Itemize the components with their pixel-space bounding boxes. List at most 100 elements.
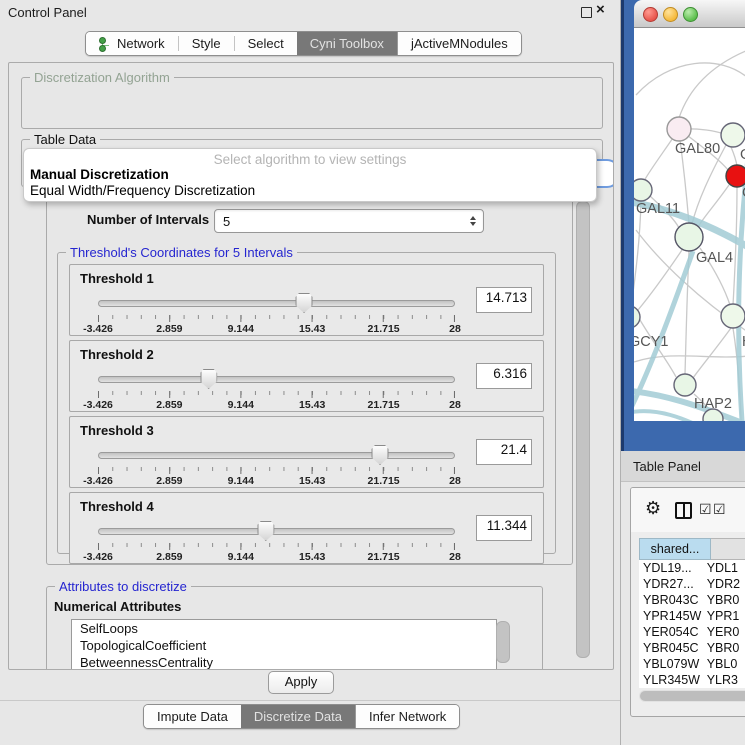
tab-network[interactable]: Network xyxy=(86,32,178,55)
node-label: GA xyxy=(740,147,745,163)
tick-label: 15.43 xyxy=(299,399,325,411)
apply-button[interactable]: Apply xyxy=(268,671,334,694)
table-row[interactable]: YDR27...YDR2 xyxy=(639,576,745,592)
slider-thumb[interactable] xyxy=(200,369,217,389)
tick-label: 21.715 xyxy=(368,399,400,411)
list-item[interactable]: SelfLoops xyxy=(72,620,496,637)
node-red[interactable] xyxy=(726,165,745,187)
node-label: GCY1 xyxy=(634,334,669,350)
table-row[interactable]: YER054CYER0 xyxy=(639,624,745,640)
node-label: HAP2 xyxy=(694,396,732,412)
float-icon[interactable] xyxy=(581,7,592,18)
tab-label: Discretize Data xyxy=(254,709,342,724)
threshold-slider[interactable]: -3.426 2.859 9.144 15.43 21.715 28 xyxy=(98,293,455,333)
threshold-slider[interactable]: -3.426 2.859 9.144 15.43 21.715 28 xyxy=(98,521,455,561)
dropdown-hint: Select algorithm to view settings xyxy=(24,152,596,167)
num-intervals-label: Number of Intervals xyxy=(87,212,209,227)
cell: YER0 xyxy=(703,624,745,640)
node-gal11[interactable] xyxy=(634,179,652,201)
top-tab-bar: Network Style Select Cyni Toolbox jActiv… xyxy=(85,31,522,56)
tick-label: 28 xyxy=(449,323,461,335)
threshold-value-field[interactable]: 6.316 xyxy=(476,363,532,389)
list-scrollbar[interactable] xyxy=(496,621,510,663)
threshold-slider[interactable]: -3.426 2.859 9.144 15.43 21.715 28 xyxy=(98,445,455,485)
checkbox-icon[interactable]: ☑ xyxy=(713,501,726,518)
slider-track[interactable] xyxy=(98,376,455,383)
tab-label: jActiveMNodules xyxy=(411,36,508,51)
list-item[interactable]: TopologicalCoefficient xyxy=(72,637,496,654)
close-icon[interactable]: × xyxy=(596,1,605,18)
cell: YBL0 xyxy=(703,656,745,672)
node-label: GAL11 xyxy=(636,201,680,217)
panel-scrollbar[interactable] xyxy=(576,201,590,658)
gear-icon[interactable]: ⚙ xyxy=(645,498,661,519)
node-hap2[interactable] xyxy=(674,374,696,396)
cell: YLR3 xyxy=(703,672,745,688)
cell: YDR27... xyxy=(639,576,703,592)
combo-spinner-icon[interactable] xyxy=(470,216,476,226)
table-panel: ⚙ ☑ ☑ shared... na YDL19...YDL1 YDR27...… xyxy=(630,487,745,717)
table-row[interactable]: YBL079WYBL0 xyxy=(639,656,745,672)
cell: YDL19... xyxy=(639,560,703,576)
tick-label: 9.144 xyxy=(228,323,254,335)
table-row[interactable]: YDL19...YDL1 xyxy=(639,560,745,576)
table-row[interactable]: YLR345WYLR3 xyxy=(639,672,745,688)
slider-track[interactable] xyxy=(98,300,455,307)
close-traffic-icon[interactable] xyxy=(643,7,658,22)
threshold-slider[interactable]: -3.426 2.859 9.144 15.43 21.715 28 xyxy=(98,369,455,409)
threshold-value-field[interactable]: 14.713 xyxy=(476,287,532,313)
columns-icon[interactable] xyxy=(675,502,692,519)
network-canvas[interactable]: GAL80 GA C GAL11 GAL4 GCY1 H HAP2 xyxy=(634,28,745,421)
node-gal4[interactable] xyxy=(675,223,703,251)
network-titlebar[interactable] xyxy=(634,0,745,28)
tick-label: 9.144 xyxy=(228,475,254,487)
node-h[interactable] xyxy=(721,304,745,328)
table-header-row: shared... na xyxy=(639,538,745,560)
tab-infer-network[interactable]: Infer Network xyxy=(355,705,459,728)
threshold-value-field[interactable]: 21.4 xyxy=(476,439,532,465)
cyni-content-panel: Discretization Algorithm Table Data galF… xyxy=(8,62,614,670)
zoom-traffic-icon[interactable] xyxy=(683,7,698,22)
table-panel-header: Table Panel xyxy=(621,451,745,482)
num-intervals-combobox[interactable]: 5 xyxy=(214,209,484,233)
network-graph: GAL80 GA C GAL11 GAL4 GCY1 H HAP2 xyxy=(634,28,745,421)
table-row[interactable]: YPR145WYPR1 xyxy=(639,608,745,624)
slider-track[interactable] xyxy=(98,452,455,459)
minimize-traffic-icon[interactable] xyxy=(663,7,678,22)
list-item[interactable]: BetweennessCentrality xyxy=(72,654,496,670)
table-row[interactable]: YBR045CYBR0 xyxy=(639,640,745,656)
slider-track[interactable] xyxy=(98,528,455,535)
table-panel-title: Table Panel xyxy=(633,459,701,474)
tab-jactivemnodules[interactable]: jActiveMNodules xyxy=(397,32,521,55)
algorithm-group-title: Discretization Algorithm xyxy=(30,70,174,85)
table-hscrollbar[interactable] xyxy=(639,690,745,702)
dropdown-item-equal-width[interactable]: Equal Width/Frequency Discretization xyxy=(30,183,255,198)
tab-label: Style xyxy=(192,36,221,51)
tab-impute-data[interactable]: Impute Data xyxy=(144,705,241,728)
cell: YER054C xyxy=(639,624,703,640)
checkbox-icon[interactable]: ☑ xyxy=(699,501,712,518)
tick-label: 21.715 xyxy=(368,475,400,487)
slider-thumb[interactable] xyxy=(257,521,274,541)
slider-thumb[interactable] xyxy=(372,445,389,465)
slider-thumb[interactable] xyxy=(296,293,313,313)
node-gal80[interactable] xyxy=(667,117,691,141)
tab-label: Select xyxy=(248,36,284,51)
tick-label: 21.715 xyxy=(368,551,400,563)
numerical-attributes-label: Numerical Attributes xyxy=(54,599,181,614)
table-row[interactable]: YBR043CYBR0 xyxy=(639,592,745,608)
tab-discretize-data[interactable]: Discretize Data xyxy=(241,705,355,728)
nodes[interactable] xyxy=(634,117,745,421)
node-ga[interactable] xyxy=(721,123,745,147)
threshold-panel: Threshold 3 -3.426 2.859 9.144 15.43 21.… xyxy=(69,416,544,488)
tab-cyni-toolbox[interactable]: Cyni Toolbox xyxy=(297,32,397,55)
tick-label: -3.426 xyxy=(83,551,113,563)
table-rows: YDL19...YDL1 YDR27...YDR2 YBR043CYBR0 YP… xyxy=(639,560,745,688)
dropdown-item-manual[interactable]: Manual Discretization xyxy=(30,167,169,182)
frame-edge xyxy=(621,0,624,451)
tab-select[interactable]: Select xyxy=(235,32,297,55)
column-header-name[interactable]: na xyxy=(711,538,745,560)
column-header-shared[interactable]: shared... xyxy=(639,538,711,560)
threshold-value-field[interactable]: 11.344 xyxy=(476,515,532,541)
tab-style[interactable]: Style xyxy=(179,32,234,55)
